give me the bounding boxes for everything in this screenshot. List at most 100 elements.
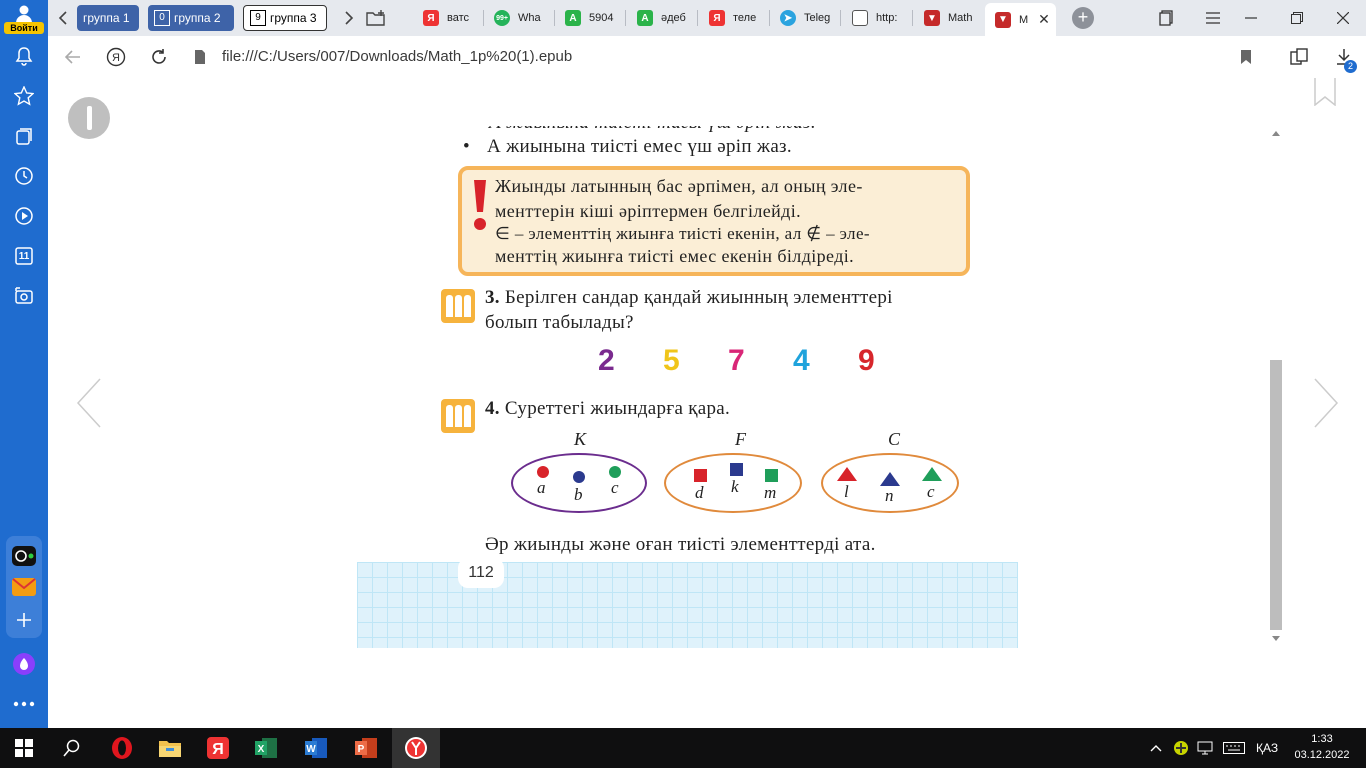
more-icon[interactable] xyxy=(12,692,36,716)
epub-icon: ▼ xyxy=(995,11,1011,28)
alice-icon[interactable] xyxy=(12,652,36,676)
a-icon: A xyxy=(565,10,581,26)
scroll-up-icon[interactable] xyxy=(1272,130,1280,136)
app-circle-icon[interactable] xyxy=(12,546,36,566)
blue-circle-icon xyxy=(573,471,585,483)
minimize-icon[interactable] xyxy=(1240,0,1262,36)
red-triangle-icon xyxy=(837,467,857,481)
page-bookmark-icon[interactable] xyxy=(1314,78,1336,107)
green-square-icon xyxy=(765,469,778,482)
whatsapp-icon: 99+ xyxy=(494,10,510,26)
svg-text:W: W xyxy=(306,744,316,755)
tab-item[interactable]: Ятеле xyxy=(709,4,764,32)
login-label[interactable]: Войти xyxy=(4,22,44,34)
number-9: 9 xyxy=(858,344,875,377)
clock[interactable]: 1:33 03.12.2022 xyxy=(1292,731,1352,763)
network-icon[interactable] xyxy=(1194,728,1216,768)
task3-text-line2: болып табылады? xyxy=(485,312,634,333)
play-icon[interactable] xyxy=(12,204,36,228)
screenshot-icon[interactable] xyxy=(12,284,36,308)
menu-icon[interactable] xyxy=(1202,0,1224,36)
taskbar: Я X W P ҚАЗ 1:33 03.12.2022 xyxy=(0,728,1366,768)
history-icon[interactable] xyxy=(12,164,36,188)
new-tab-button[interactable]: + xyxy=(1072,7,1094,29)
scrollbar-thumb[interactable] xyxy=(1270,360,1282,630)
collections-icon[interactable] xyxy=(12,124,36,148)
bookmarks-panel-icon[interactable] xyxy=(1156,0,1178,36)
number-4: 4 xyxy=(793,344,810,377)
chevron-left-icon[interactable] xyxy=(54,0,72,36)
close-window-icon[interactable] xyxy=(1332,0,1354,36)
chevron-up-icon[interactable] xyxy=(1146,728,1166,768)
tab-item[interactable]: ➤ Teleg xyxy=(780,4,835,32)
element-label: c xyxy=(611,478,619,497)
tab-group-3[interactable]: 9 группа 3 xyxy=(243,5,327,31)
prev-page-arrow-icon[interactable] xyxy=(76,378,102,428)
tab-group-label: группа 3 xyxy=(270,11,317,25)
back-icon[interactable] xyxy=(62,37,84,77)
tab-item[interactable]: Яватс xyxy=(423,4,478,32)
profile-button[interactable]: Войти xyxy=(0,0,48,36)
tab-active[interactable]: ▼ M ✕ xyxy=(985,3,1056,36)
scroll-down-icon[interactable] xyxy=(1272,636,1280,642)
yandex-icon: Я xyxy=(709,10,725,26)
pause-icon xyxy=(87,106,92,130)
search-icon[interactable] xyxy=(48,728,96,768)
chevron-right-icon[interactable] xyxy=(340,0,358,36)
tab-group-count: 0 xyxy=(154,10,170,26)
tray-app-icon[interactable] xyxy=(1170,728,1192,768)
yandex-icon: Я xyxy=(423,10,439,26)
tab-group-1[interactable]: группа 1 xyxy=(77,5,139,31)
grid-background xyxy=(357,562,1018,648)
svg-text:P: P xyxy=(358,744,365,755)
exclamation-icon xyxy=(474,180,486,230)
mail-icon[interactable] xyxy=(12,578,36,596)
blue-square-icon xyxy=(730,463,743,476)
extensions-icon[interactable] xyxy=(1288,37,1310,77)
tab-item[interactable]: 99+ Wha xyxy=(494,4,549,32)
element-label: k xyxy=(731,477,739,496)
tab-group-2[interactable]: 0 группа 2 xyxy=(148,5,234,31)
close-tab-icon[interactable]: ✕ xyxy=(1038,11,1050,28)
opera-icon[interactable] xyxy=(98,728,146,768)
element-label: n xyxy=(885,486,894,505)
excel-icon[interactable]: X xyxy=(242,728,290,768)
tab-item[interactable]: http: xyxy=(852,4,907,32)
downloads-icon[interactable]: 2 xyxy=(1332,37,1357,77)
book-page: А жиынына тиісті тағы үш әріп жаз. •А жи… xyxy=(357,126,1018,648)
element-label: b xyxy=(574,485,583,504)
tab-bar: Войти группа 1 0 группа 2 9 группа 3 Ява… xyxy=(0,0,1366,36)
file-icon xyxy=(852,10,868,26)
language-indicator[interactable]: ҚАЗ xyxy=(1256,728,1278,768)
file-icon xyxy=(190,37,210,77)
reload-icon[interactable] xyxy=(148,37,170,77)
calendar-icon[interactable]: 11 xyxy=(12,244,36,268)
number-7: 7 xyxy=(728,344,745,377)
pause-button[interactable] xyxy=(68,97,110,139)
restore-icon[interactable] xyxy=(1286,0,1308,36)
bell-icon[interactable] xyxy=(12,44,36,68)
file-explorer-icon[interactable] xyxy=(146,728,194,768)
set-label-c: C xyxy=(888,429,901,449)
keyboard-icon[interactable] xyxy=(1220,728,1248,768)
new-folder-icon[interactable] xyxy=(364,0,388,36)
svg-text:Я: Я xyxy=(212,741,224,758)
next-page-arrow-icon[interactable] xyxy=(1313,378,1339,428)
yandex-logo-icon[interactable]: Я xyxy=(105,37,127,77)
tab-item[interactable]: Aәдеб xyxy=(637,4,692,32)
red-square-icon xyxy=(694,469,707,482)
star-icon[interactable] xyxy=(12,84,36,108)
downloads-badge: 2 xyxy=(1344,60,1357,73)
url-field[interactable]: file:///C:/Users/007/Downloads/Math_1p%2… xyxy=(222,36,572,78)
tab-group-label: группа 2 xyxy=(174,11,221,25)
bookmark-icon[interactable] xyxy=(1236,37,1256,77)
task3-text: 3. Берілген сандар қандай жиынның элемен… xyxy=(485,287,893,308)
powerpoint-icon[interactable]: P xyxy=(342,728,390,768)
add-icon[interactable] xyxy=(14,610,34,630)
word-icon[interactable]: W xyxy=(292,728,340,768)
tab-item[interactable]: A 5904 xyxy=(565,4,620,32)
yandex-browser-icon[interactable]: Я xyxy=(194,728,242,768)
windows-start-icon[interactable] xyxy=(0,728,48,768)
yandex-active-icon[interactable] xyxy=(392,728,440,768)
tab-item[interactable]: ▼ Math xyxy=(924,4,979,32)
